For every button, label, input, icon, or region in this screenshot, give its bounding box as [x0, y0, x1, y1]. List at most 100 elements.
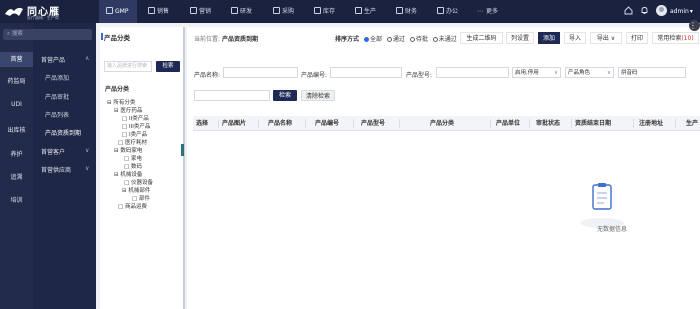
sidebar-item-zhuisu[interactable]: 追溯: [0, 172, 33, 181]
add-button[interactable]: 添加: [538, 32, 560, 44]
radio-dot: [386, 36, 392, 42]
column-header[interactable]: 生产: [686, 116, 700, 131]
radio-approved[interactable]: 通过: [384, 36, 405, 43]
column-header[interactable]: 产品分类: [430, 116, 466, 131]
tree-title: 产品分类: [105, 86, 130, 93]
column-settings-button[interactable]: 列设置: [506, 32, 534, 44]
tree-node[interactable]: ⊟ 医疗药品: [114, 106, 142, 114]
brand-subtitle: 医疗器械 · 生产商: [27, 15, 59, 20]
pinyin-code-input[interactable]: 拼音码: [618, 67, 686, 78]
topnav-sales[interactable]: 销售: [148, 0, 169, 23]
tree-node[interactable]: □ I类产品: [122, 130, 147, 138]
breadcrumb: 当前位置: 产品资质到期: [194, 36, 258, 43]
tree-node[interactable]: ⊟ 机械设备: [114, 170, 142, 178]
left-sidebar: 首营 药监局 UDI 出库核 养护 追溯 培训: [0, 23, 33, 309]
tree-node[interactable]: □ 数码: [124, 162, 142, 170]
factory-icon: [355, 7, 362, 14]
status-select[interactable]: 启用,停用 ∨: [512, 67, 561, 78]
subnav-item-product-add[interactable]: 产品添加: [45, 73, 69, 82]
topnav-finance[interactable]: 财务: [396, 0, 417, 23]
product-code-input[interactable]: [330, 67, 402, 78]
sidebar-item-yaojianju[interactable]: 药监局: [0, 76, 33, 85]
brand-logo-icon: [5, 7, 23, 16]
brand-logo[interactable]: 同心雁 医疗器械 · 生产商: [4, 2, 90, 21]
topnav-gmp[interactable]: GMP: [99, 0, 137, 23]
tree-node[interactable]: ⊟ 机械部件: [122, 186, 150, 194]
column-header[interactable]: 产品名称: [268, 116, 304, 131]
sidebar-search-input[interactable]: ⌕ 搜索: [3, 29, 92, 40]
topnav-rnd[interactable]: 研发: [231, 0, 252, 23]
tree-node[interactable]: ⊟ 所有分类: [107, 98, 135, 106]
product-code-label: 产品编号:: [301, 72, 328, 79]
category-tree-panel: 产品分类 输入品牌进行搜索 检索 产品分类 ⊟ 所有分类 ⊟ 医疗药品 □ II…: [100, 27, 183, 309]
tree-node[interactable]: □ III类产品: [122, 122, 150, 130]
topnav-production[interactable]: 生产: [355, 0, 376, 23]
tree-node[interactable]: ⊟ 数码家电: [114, 146, 142, 154]
column-header[interactable]: 产品型号: [361, 116, 397, 131]
tree-panel-header: 产品分类: [101, 33, 130, 42]
radio-dot: [432, 36, 438, 42]
extra-search-input[interactable]: [194, 90, 270, 101]
sidebar-item-udi[interactable]: UDI: [0, 101, 33, 108]
chevron-up-icon: ∧: [85, 55, 90, 62]
tree-search-button[interactable]: 检索: [156, 61, 180, 72]
bell-icon[interactable]: [640, 6, 649, 15]
topnav-office[interactable]: 办公: [437, 0, 458, 23]
sidebar-item-chukuhe[interactable]: 出库核: [0, 125, 33, 134]
more-dots-icon: ⋯: [477, 8, 483, 15]
subnav-group-customers[interactable]: 首营客户 ∨: [41, 147, 94, 156]
radio-dot: [409, 36, 415, 42]
topnav-purchase[interactable]: 采购: [273, 0, 294, 23]
generate-qrcode-button[interactable]: 生成二维码: [460, 32, 503, 44]
tree-node[interactable]: □ 仪器设备: [124, 178, 153, 186]
subnav-item-product-approval[interactable]: 产品审批: [45, 92, 69, 101]
column-separator: [490, 119, 491, 128]
subnav-item-product-expiry[interactable]: 产品资质到期: [45, 128, 81, 137]
sub-navigation: 首营产品 ∧ 产品添加 产品审批 产品列表 产品资质到期 首营客户 ∨ 首营供应商 ∨: [33, 23, 96, 309]
user-avatar[interactable]: [656, 5, 667, 16]
tree-node[interactable]: □ 医疗耗材: [118, 138, 147, 146]
sidebar-item-peixun[interactable]: 培训: [0, 195, 33, 204]
import-button[interactable]: 导入: [564, 32, 586, 44]
tree-node[interactable]: □ II类产品: [122, 114, 149, 122]
column-header[interactable]: 资质结束日期: [575, 116, 617, 131]
topnav-inventory[interactable]: 库存: [314, 0, 335, 23]
topnav-more[interactable]: ⋯ 更多: [477, 0, 498, 23]
product-name-input[interactable]: [223, 67, 298, 78]
subnav-group-suppliers[interactable]: 首营供应商 ∨: [41, 165, 94, 174]
radio-all[interactable]: 全部: [361, 36, 382, 43]
search-button[interactable]: 检索: [273, 90, 297, 101]
tree-search-input[interactable]: 输入品牌进行搜索: [104, 61, 152, 72]
filter-label: 排序方式: [335, 36, 360, 43]
sidebar-item-shouying[interactable]: 首营: [0, 52, 33, 67]
tree-node[interactable]: □ 部件: [132, 194, 150, 202]
chevron-down-icon: ▾: [689, 8, 693, 15]
subnav-item-product-list[interactable]: 产品列表: [45, 110, 69, 119]
cart-icon: [273, 7, 280, 14]
chevron-down-icon: ∨: [85, 165, 90, 172]
export-button[interactable]: 导出 ∨: [590, 32, 622, 44]
column-header[interactable]: 产品编号: [315, 116, 351, 131]
user-menu[interactable]: admin▾: [670, 0, 693, 23]
saved-search-button[interactable]: 常用检索(10): [652, 32, 699, 44]
radio-rejected[interactable]: 未通过: [430, 36, 457, 43]
settings-grid-icon[interactable]: ⋮⋮: [689, 20, 700, 31]
panel-splitter[interactable]: [183, 27, 185, 309]
sidebar-item-yanghu[interactable]: 养护: [0, 149, 33, 158]
splitter-handle[interactable]: [181, 144, 184, 156]
radio-dot: [363, 36, 369, 42]
column-header[interactable]: 注册地址: [639, 116, 671, 131]
subnav-group-products[interactable]: 首营产品 ∧: [41, 55, 94, 64]
topnav-marketing[interactable]: 营销: [190, 0, 211, 23]
product-role-select[interactable]: 产品角色 ∨: [565, 67, 614, 78]
column-header[interactable]: 产品单位: [496, 116, 528, 131]
column-header[interactable]: 产品图片: [222, 116, 258, 131]
column-header[interactable]: 审批状态: [536, 116, 568, 131]
radio-pending[interactable]: 待批: [407, 36, 428, 43]
tree-node[interactable]: □ 家电: [124, 154, 142, 162]
tree-node[interactable]: □ 商品运费: [118, 202, 147, 210]
clear-search-button[interactable]: 清除检索: [301, 90, 335, 101]
print-button[interactable]: 打印: [626, 32, 648, 44]
home-icon[interactable]: [624, 6, 633, 15]
product-model-input[interactable]: [436, 67, 509, 78]
